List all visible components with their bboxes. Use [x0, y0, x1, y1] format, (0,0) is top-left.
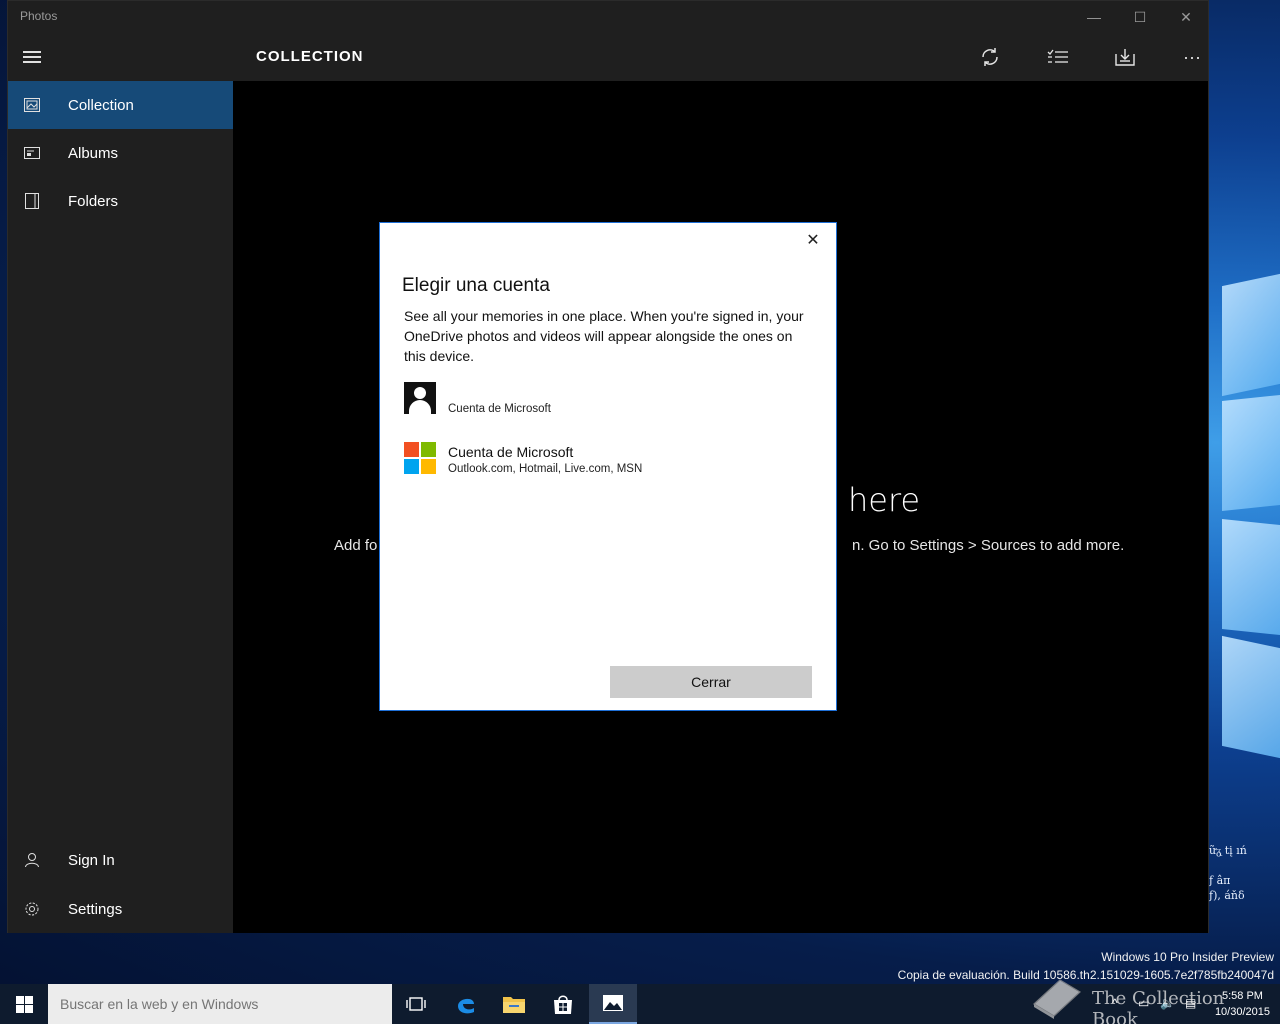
select-icon: [1047, 49, 1068, 63]
file-explorer-icon: [503, 997, 525, 1013]
sidebar-item-albums[interactable]: Albums: [8, 129, 233, 177]
gear-icon: [8, 901, 56, 917]
sidebar-item-label: Folders: [68, 192, 119, 210]
empty-state-text-right: n. Go to Settings > Sources to add more.: [852, 537, 1125, 554]
desktop-text: ữᵹ̨ tį ıń: [1209, 844, 1247, 857]
sign-in-label: Sign In: [68, 851, 115, 869]
photos-icon: [603, 995, 623, 1011]
wallpaper-pane: [1222, 394, 1280, 512]
empty-state-title: here: [848, 481, 921, 519]
network-icon[interactable]: ▭: [1138, 996, 1149, 1010]
page-title: COLLECTION: [256, 48, 364, 65]
album-icon: [8, 147, 56, 159]
volume-icon[interactable]: 🔈: [1160, 996, 1175, 1010]
task-view-button[interactable]: [392, 984, 440, 1024]
clock-time: 5:58 PM: [1221, 990, 1263, 1002]
file-explorer-button[interactable]: [490, 984, 538, 1024]
account-type: Cuenta de Microsoft: [448, 403, 551, 415]
account-providers: Outlook.com, Hotmail, Live.com, MSN: [448, 463, 643, 475]
show-hidden-icons-button[interactable]: ^: [1112, 996, 1118, 1010]
edge-icon: [458, 998, 474, 1014]
account-name: Cuenta de Microsoft: [448, 444, 574, 460]
sidebar-item-folders[interactable]: Folders: [8, 177, 233, 225]
sidebar-item-label: Collection: [68, 96, 134, 114]
settings-button[interactable]: Settings: [8, 885, 233, 933]
edition-watermark: Windows 10 Pro Insider Preview: [1101, 950, 1274, 964]
edge-button[interactable]: [442, 984, 490, 1024]
folder-icon: [8, 193, 56, 209]
taskbar: ^ ▭ 🔈 ▤ 5:58 PM 10/30/2015: [0, 984, 1280, 1024]
action-center-icon[interactable]: ▤: [1185, 996, 1196, 1010]
cerrar-button[interactable]: Cerrar: [610, 666, 812, 698]
person-icon: [404, 382, 436, 414]
sidebar-item-collection[interactable]: Collection: [8, 81, 233, 129]
sidebar-item-label: Albums: [68, 144, 119, 162]
wallpaper-pane: [1222, 635, 1280, 759]
settings-label: Settings: [68, 900, 123, 918]
maximize-button[interactable]: ☐: [1117, 1, 1163, 33]
wallpaper-pane: [1222, 273, 1280, 397]
hamburger-icon: [23, 56, 41, 58]
build-watermark: Copia de evaluación. Build 10586.th2.151…: [897, 968, 1274, 982]
store-button[interactable]: [539, 984, 587, 1024]
search-box[interactable]: [48, 984, 392, 1024]
dialog-title: Elegir una cuenta: [402, 275, 550, 296]
more-options-button[interactable]: ···: [1175, 41, 1209, 73]
windows-logo-icon: [15, 995, 33, 1013]
photos-taskbar-button[interactable]: [589, 984, 637, 1024]
dialog-close-button[interactable]: ✕: [802, 229, 824, 251]
navigation-pane: Collection Albums Folders Sign In Settin…: [8, 33, 233, 933]
account-option-existing[interactable]: Cuenta de Microsoft: [404, 382, 814, 422]
refresh-icon: [982, 48, 998, 66]
refresh-button[interactable]: [973, 41, 1007, 73]
store-icon: [554, 995, 572, 1014]
person-icon: [8, 852, 56, 868]
hamburger-menu-button[interactable]: [8, 33, 56, 81]
close-window-button[interactable]: ✕: [1163, 1, 1209, 33]
sign-in-button[interactable]: Sign In: [8, 836, 233, 884]
microsoft-logo-icon: [404, 442, 436, 474]
search-input[interactable]: [48, 984, 392, 1024]
account-option-microsoft[interactable]: Cuenta de Microsoft Outlook.com, Hotmail…: [404, 442, 814, 482]
select-button[interactable]: [1041, 41, 1075, 73]
collection-icon: [8, 98, 56, 112]
choose-account-dialog: ✕ Elegir una cuenta See all your memorie…: [379, 222, 837, 711]
window-title: Photos: [20, 9, 58, 23]
import-icon: [1115, 49, 1135, 66]
start-button[interactable]: [0, 984, 48, 1024]
desktop-text: ƒ âπ: [1209, 874, 1231, 887]
dialog-description: See all your memories in one place. When…: [404, 308, 804, 364]
desktop-text: ƒ), áňδ: [1209, 889, 1245, 902]
taskbar-clock[interactable]: 5:58 PM 10/30/2015: [1215, 988, 1270, 1020]
task-view-icon: [406, 997, 426, 1011]
minimize-button[interactable]: —: [1071, 1, 1117, 33]
clock-date: 10/30/2015: [1214, 1006, 1270, 1018]
title-bar: Photos — ☐ ✕: [8, 1, 1208, 33]
page-header: COLLECTION ···: [233, 33, 1208, 81]
wallpaper-pane: [1222, 518, 1280, 636]
more-icon: ···: [1183, 46, 1201, 67]
empty-state-text-left: Add fo: [334, 537, 378, 554]
import-button[interactable]: [1108, 41, 1142, 73]
